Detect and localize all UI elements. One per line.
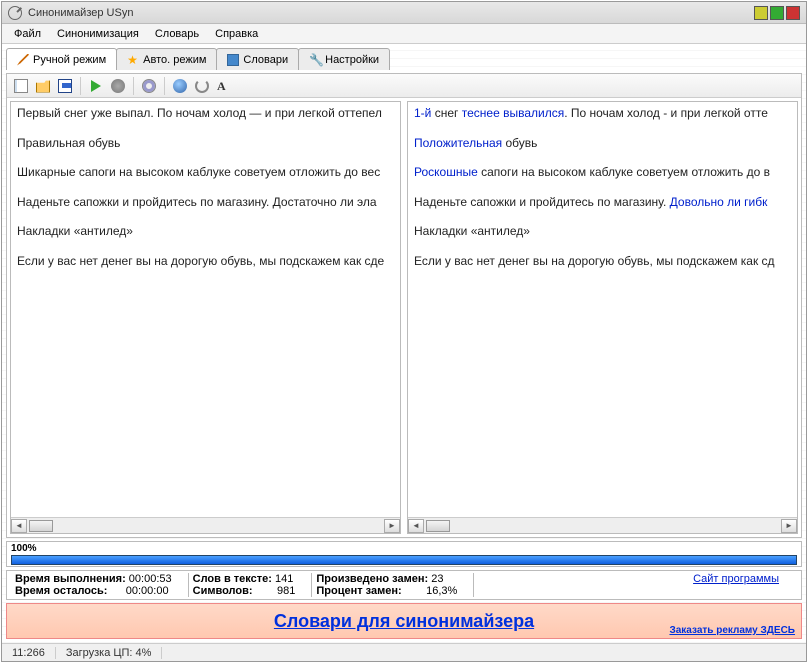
ad-banner: Словари для синонимайзера Заказать рекла… (6, 603, 802, 639)
stats-repl: Произведено замен: 23 Процент замен: 16,… (312, 573, 474, 597)
font-button[interactable]: A (214, 76, 234, 96)
book-icon (227, 54, 239, 66)
wrench-icon: 🔧 (309, 54, 321, 66)
separator (164, 77, 165, 95)
close-button[interactable] (786, 6, 800, 20)
status-position: 11:266 (2, 647, 56, 659)
scroll-right-icon[interactable]: ► (384, 519, 400, 533)
menu-dict[interactable]: Словарь (147, 26, 207, 42)
progress-label: 100% (11, 543, 797, 554)
source-text[interactable]: Первый снег уже выпал. По ночам холод — … (11, 102, 400, 517)
menu-help[interactable]: Справка (207, 26, 266, 42)
stats-words: Слов в тексте: 141 Символов: 981 (189, 573, 313, 597)
status-cpu: Загрузка ЦП: 4% (56, 647, 163, 659)
menu-file[interactable]: Файл (6, 26, 49, 42)
font-icon: A (217, 79, 231, 93)
open-button[interactable] (33, 76, 53, 96)
pencil-icon (17, 54, 29, 66)
stop-button[interactable] (108, 76, 128, 96)
result-pane: 1-й снег теснее вывалился. По ночам холо… (407, 101, 798, 534)
source-hscroll[interactable]: ◄ ► (11, 517, 400, 533)
titlebar: Синонимайзер USyn (2, 2, 806, 24)
disk-icon (142, 79, 156, 93)
tab-settings[interactable]: 🔧Настройки (298, 48, 390, 70)
scroll-left-icon[interactable]: ◄ (11, 519, 27, 533)
open-icon (36, 79, 50, 93)
tabstrip: Ручной режим ★Авто. режим Словари 🔧Настр… (6, 48, 802, 70)
scroll-left-icon[interactable]: ◄ (408, 519, 424, 533)
stats-link: Сайт программы (474, 573, 795, 597)
separator (133, 77, 134, 95)
new-icon (14, 79, 28, 93)
main-panel: A Первый снег уже выпал. По ночам холод … (6, 73, 802, 538)
window-controls (754, 6, 800, 20)
program-site-link[interactable]: Сайт программы (693, 573, 779, 585)
tab-manual[interactable]: Ручной режим (6, 48, 117, 70)
progress-block: 100% (6, 541, 802, 567)
run-button[interactable] (86, 76, 106, 96)
result-text[interactable]: 1-й снег теснее вывалился. По ночам холо… (408, 102, 797, 517)
statusbar: 11:266 Загрузка ЦП: 4% (2, 643, 806, 661)
tab-auto[interactable]: ★Авто. режим (116, 48, 217, 70)
save-icon (58, 79, 72, 93)
toolbar: A (7, 74, 801, 98)
minimize-button[interactable] (754, 6, 768, 20)
globe-icon (173, 79, 187, 93)
star-icon: ★ (127, 54, 139, 66)
tab-dictionaries[interactable]: Словари (216, 48, 299, 70)
menubar: Файл Синонимизация Словарь Справка (2, 24, 806, 44)
stats-block: Время выполнения: 00:00:53 Время осталос… (6, 570, 802, 600)
web-button[interactable] (170, 76, 190, 96)
scroll-right-icon[interactable]: ► (781, 519, 797, 533)
app-window: Синонимайзер USyn Файл Синонимизация Сло… (1, 1, 807, 662)
app-icon (8, 6, 22, 20)
splitter: Первый снег уже выпал. По ночам холод — … (7, 98, 801, 537)
source-pane: Первый снег уже выпал. По ночам холод — … (10, 101, 401, 534)
ad-order-link[interactable]: Заказать рекламу ЗДЕСЬ (669, 625, 795, 636)
maximize-button[interactable] (770, 6, 784, 20)
result-hscroll[interactable]: ◄ ► (408, 517, 797, 533)
separator (80, 77, 81, 95)
client-area: Ручной режим ★Авто. режим Словари 🔧Настр… (2, 44, 806, 643)
export-button[interactable] (139, 76, 159, 96)
ad-main-link[interactable]: Словари для синонимайзера (274, 611, 534, 632)
stats-time: Время выполнения: 00:00:53 Время осталос… (13, 573, 189, 597)
save-button[interactable] (55, 76, 75, 96)
progress-bar (11, 555, 797, 565)
stop-icon (111, 79, 125, 93)
sync-button[interactable] (192, 76, 212, 96)
scroll-thumb[interactable] (426, 520, 450, 532)
new-button[interactable] (11, 76, 31, 96)
window-title: Синонимайзер USyn (28, 7, 754, 19)
play-icon (91, 80, 101, 92)
menu-synon[interactable]: Синонимизация (49, 26, 147, 42)
sync-icon (195, 79, 209, 93)
scroll-thumb[interactable] (29, 520, 53, 532)
